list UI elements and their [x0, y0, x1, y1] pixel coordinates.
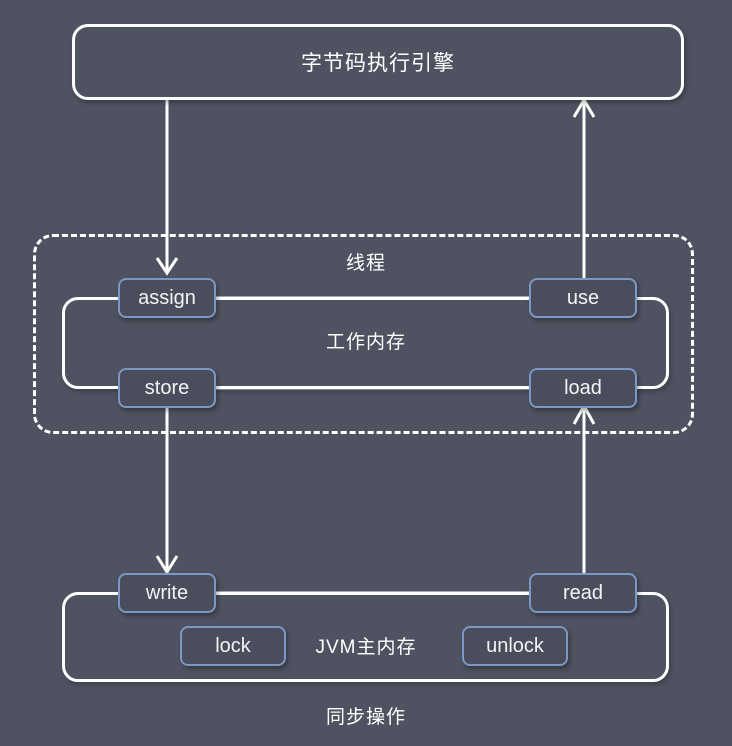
- node-write[interactable]: write: [118, 573, 216, 613]
- node-assign[interactable]: assign: [118, 278, 216, 318]
- node-use[interactable]: use: [529, 278, 637, 318]
- bytecode-engine-label: 字节码执行引擎: [301, 52, 455, 75]
- working-memory-label: 工作内存: [325, 332, 406, 353]
- sync-operation-label: 同步操作: [325, 707, 406, 728]
- bytecode-engine-box: 字节码执行引擎: [72, 24, 684, 100]
- node-unlock[interactable]: unlock: [462, 626, 568, 666]
- node-store[interactable]: store: [118, 368, 216, 408]
- node-load[interactable]: load: [529, 368, 637, 408]
- main-memory-label: JVM主内存: [315, 637, 417, 658]
- jmm-diagram-canvas: 字节码执行引擎 线程 工作内存 JVM主内存 同步操作 assign use s…: [0, 0, 732, 746]
- node-lock[interactable]: lock: [180, 626, 286, 666]
- node-read[interactable]: read: [529, 573, 637, 613]
- thread-label: 线程: [345, 253, 386, 274]
